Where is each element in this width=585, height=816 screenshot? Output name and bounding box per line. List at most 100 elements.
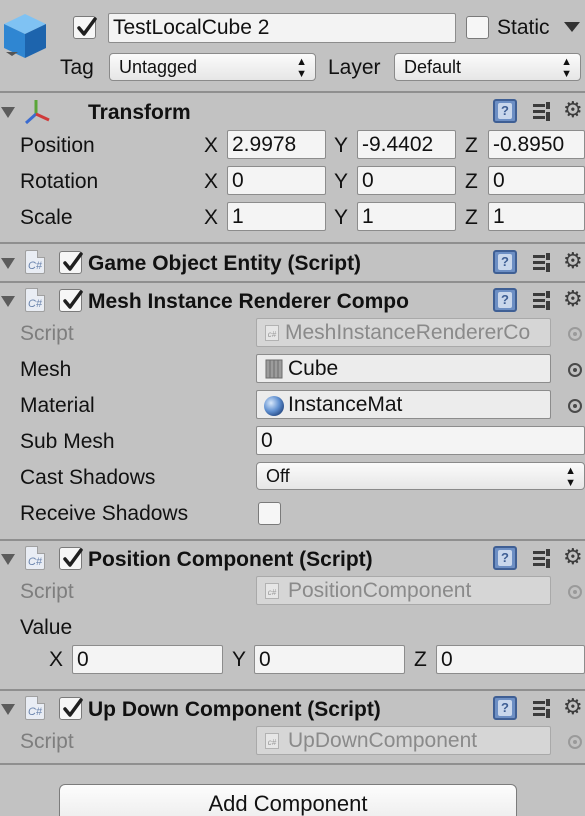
mesh-field[interactable]: Cube (256, 354, 551, 383)
z-axis-label: Z (414, 648, 427, 671)
layer-dropdown[interactable]: Default ▲ ▼ (394, 53, 581, 81)
material-field[interactable]: InstanceMat (256, 390, 551, 419)
position-label: Position (20, 134, 95, 157)
value-x-field[interactable]: 0 (72, 645, 223, 674)
submesh-field[interactable]: 0 (256, 426, 585, 455)
help-icon[interactable]: ? (493, 99, 517, 123)
foldout-arrow-icon[interactable] (1, 704, 15, 715)
gear-icon[interactable]: ⚙ (563, 250, 583, 272)
rotation-label: Rotation (20, 170, 99, 193)
object-picker-icon (568, 327, 582, 341)
position-y-field[interactable]: -9.4402 (357, 130, 456, 159)
help-icon[interactable]: ? (493, 696, 517, 720)
enabled-checkbox[interactable] (59, 251, 83, 274)
object-picker-icon (568, 585, 582, 599)
updown-arrows-icon: ▲ ▼ (296, 56, 307, 80)
csharp-script-icon: C# (25, 696, 45, 720)
updown-arrows-icon: ▲ ▼ (561, 56, 572, 80)
position-z-field[interactable]: -0.8950 (488, 130, 585, 159)
tag-value: Untagged (119, 57, 198, 77)
preset-icon[interactable] (531, 251, 553, 273)
cube-icon (4, 14, 46, 58)
gear-icon[interactable]: ⚙ (563, 99, 583, 121)
transform-axes-icon (24, 100, 50, 125)
enabled-checkbox[interactable] (59, 697, 83, 720)
help-icon[interactable]: ? (493, 546, 517, 570)
static-label: Static (497, 16, 550, 39)
script-label: Script (20, 580, 74, 603)
enabled-checkbox[interactable] (59, 547, 83, 570)
object-picker-icon (568, 735, 582, 749)
foldout-arrow-icon[interactable] (1, 258, 15, 269)
x-axis-label: X (204, 134, 219, 157)
preset-icon[interactable] (531, 547, 553, 569)
rotation-z-field[interactable]: 0 (488, 166, 585, 195)
tag-label: Tag (60, 56, 94, 79)
value-label: Value (20, 616, 73, 639)
y-axis-label: Y (334, 134, 349, 157)
add-component-button[interactable]: Add Component (59, 784, 517, 816)
checkmark-icon (63, 290, 83, 309)
foldout-arrow-icon[interactable] (1, 554, 15, 565)
material-value: InstanceMat (288, 393, 403, 416)
script-value: UpDownComponent (288, 729, 478, 752)
z-axis-label: Z (465, 170, 478, 193)
help-icon[interactable]: ? (493, 250, 517, 274)
object-picker-icon[interactable] (568, 363, 582, 377)
enabled-checkbox[interactable] (59, 289, 83, 312)
scale-z-field[interactable]: 1 (488, 202, 585, 231)
script-label: Script (20, 322, 74, 345)
csharp-script-icon: c# (265, 325, 279, 341)
component-title: Game Object Entity (Script) (88, 252, 362, 275)
preset-icon[interactable] (531, 697, 553, 719)
component-title: Up Down Component (Script) (88, 698, 381, 721)
value-y-field[interactable]: 0 (254, 645, 405, 674)
object-name-input[interactable]: TestLocalCube 2 (108, 13, 456, 43)
script-value: PositionComponent (288, 579, 472, 602)
checkmark-icon (77, 17, 97, 36)
x-axis-label: X (204, 206, 219, 229)
preset-icon[interactable] (531, 289, 553, 311)
mesh-value: Cube (288, 357, 339, 380)
gear-icon[interactable]: ⚙ (563, 546, 583, 568)
foldout-arrow-icon[interactable] (1, 107, 15, 118)
tag-dropdown[interactable]: Untagged ▲ ▼ (109, 53, 316, 81)
scale-x-field[interactable]: 1 (227, 202, 326, 231)
updown-arrows-icon: ▲ ▼ (565, 465, 576, 489)
preset-icon[interactable] (531, 100, 553, 122)
rotation-x-field[interactable]: 0 (227, 166, 326, 195)
active-checkbox[interactable] (73, 16, 97, 39)
receive-shadows-checkbox[interactable] (258, 502, 281, 525)
checkmark-icon (63, 252, 83, 271)
value-z-field[interactable]: 0 (436, 645, 585, 674)
position-x-field[interactable]: 2.9978 (227, 130, 326, 159)
checkmark-icon (63, 548, 83, 567)
csharp-script-icon: c# (265, 733, 279, 749)
gear-icon[interactable]: ⚙ (563, 288, 583, 310)
csharp-script-icon: C# (25, 546, 45, 570)
csharp-script-icon: c# (265, 583, 279, 599)
csharp-script-icon: C# (25, 288, 45, 312)
cast-shadows-dropdown[interactable]: Off ▲ ▼ (256, 462, 585, 490)
static-dropdown-arrow-icon[interactable] (564, 22, 580, 32)
object-picker-icon[interactable] (568, 399, 582, 413)
y-axis-label: Y (334, 170, 349, 193)
csharp-script-icon: C# (25, 250, 45, 274)
scale-y-field[interactable]: 1 (357, 202, 456, 231)
x-axis-label: X (49, 648, 64, 671)
foldout-arrow-icon[interactable] (1, 296, 15, 307)
help-icon[interactable]: ? (493, 288, 517, 312)
static-checkbox[interactable] (466, 16, 489, 39)
transform-title: Transform (88, 101, 191, 124)
gear-icon[interactable]: ⚙ (563, 696, 583, 718)
rotation-y-field[interactable]: 0 (357, 166, 456, 195)
component-title: Position Component (Script) (88, 548, 373, 571)
material-sphere-icon (264, 396, 284, 416)
z-axis-label: Z (465, 206, 478, 229)
z-axis-label: Z (465, 134, 478, 157)
scale-label: Scale (20, 206, 73, 229)
x-axis-label: X (204, 170, 219, 193)
script-field: PositionComponent (256, 576, 551, 605)
script-label: Script (20, 730, 74, 753)
checkmark-icon (63, 698, 83, 717)
